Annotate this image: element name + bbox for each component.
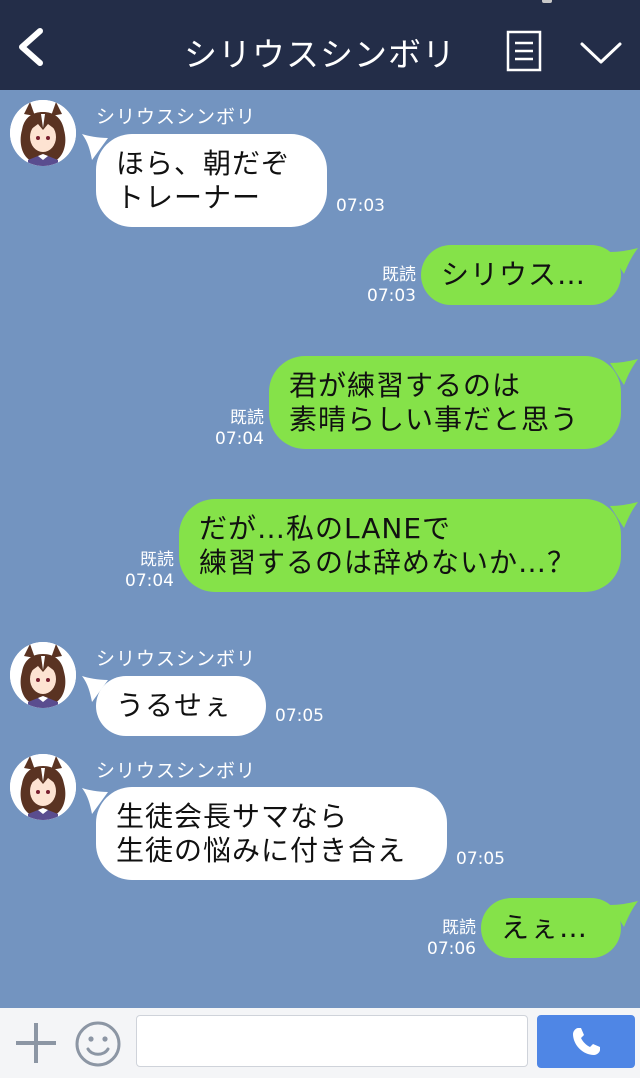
- sender-name: シリウスシンボリ: [96, 760, 257, 782]
- read-status: 既読 07:06: [400, 918, 476, 960]
- message-text: うるせぇ: [116, 689, 233, 722]
- bubble-tail: [610, 502, 638, 528]
- avatar[interactable]: [10, 100, 76, 166]
- message-input[interactable]: [136, 1015, 528, 1067]
- message-text: ほら、朝だぞ: [116, 147, 291, 180]
- bubble-tail: [610, 359, 638, 385]
- read-receipt: 既読: [382, 265, 416, 285]
- sender-name: シリウスシンボリ: [96, 648, 257, 670]
- message-text: 練習するのは辞めないか…？: [199, 546, 577, 579]
- chat-header: シリウスシンボリ: [0, 0, 640, 90]
- message-bubble[interactable]: だが…私のLANEで 練習するのは辞めないか…？: [179, 499, 621, 592]
- message-time: 07:06: [427, 939, 476, 959]
- character-portrait-icon: [10, 642, 76, 708]
- message-text: 素晴らしい事だと思う: [289, 403, 580, 436]
- bubble-tail: [610, 248, 638, 274]
- phone-icon: [573, 1028, 600, 1055]
- message-time: 07:03: [367, 286, 416, 306]
- message-list[interactable]: シリウスシンボリ ほら、朝だぞ トレーナー 07:03 シリウス… 既読 07:…: [0, 90, 640, 1008]
- avatar[interactable]: [10, 754, 76, 820]
- status-indicator: [542, 0, 552, 3]
- message-time: 07:04: [215, 429, 264, 449]
- character-portrait-icon: [10, 100, 76, 166]
- avatar[interactable]: [10, 642, 76, 708]
- message-bubble[interactable]: 君が練習するのは 素晴らしい事だと思う: [269, 356, 621, 449]
- sender-name: シリウスシンボリ: [96, 106, 257, 128]
- message-text: 生徒会長サマなら: [116, 800, 349, 833]
- message-time: 07:03: [336, 196, 385, 216]
- read-status: 既読 07:04: [188, 408, 264, 450]
- read-status: 既読 07:04: [98, 550, 174, 592]
- chat-title: シリウスシンボリ: [184, 35, 456, 74]
- menu-list-icon[interactable]: [506, 30, 542, 72]
- message-text: えぇ…: [501, 911, 589, 944]
- smile-icon[interactable]: [74, 1020, 122, 1068]
- plus-icon[interactable]: [14, 1021, 58, 1065]
- message-time: 07:05: [456, 849, 505, 869]
- read-receipt: 既読: [140, 550, 174, 570]
- message-text: 君が練習するのは: [289, 369, 522, 402]
- chevron-down-icon[interactable]: [578, 38, 624, 66]
- character-portrait-icon: [10, 754, 76, 820]
- message-time: 07:04: [125, 571, 174, 591]
- bubble-tail: [610, 901, 638, 927]
- message-text: シリウス…: [441, 258, 587, 291]
- read-status: 既読 07:03: [340, 265, 416, 307]
- message-text: トレーナー: [116, 181, 262, 214]
- read-receipt: 既読: [442, 918, 476, 938]
- message-time: 07:05: [275, 706, 324, 726]
- message-bubble[interactable]: えぇ…: [481, 898, 621, 958]
- message-text: 生徒の悩みに付き合え: [116, 834, 407, 867]
- message-bubble[interactable]: ほら、朝だぞ トレーナー: [96, 134, 327, 227]
- message-text: だが…私のLANEで: [199, 512, 452, 545]
- message-bubble[interactable]: 生徒会長サマなら 生徒の悩みに付き合え: [96, 787, 447, 880]
- message-bubble[interactable]: シリウス…: [421, 245, 621, 305]
- call-button[interactable]: [537, 1015, 635, 1068]
- read-receipt: 既読: [230, 408, 264, 428]
- message-bubble[interactable]: うるせぇ: [96, 676, 266, 736]
